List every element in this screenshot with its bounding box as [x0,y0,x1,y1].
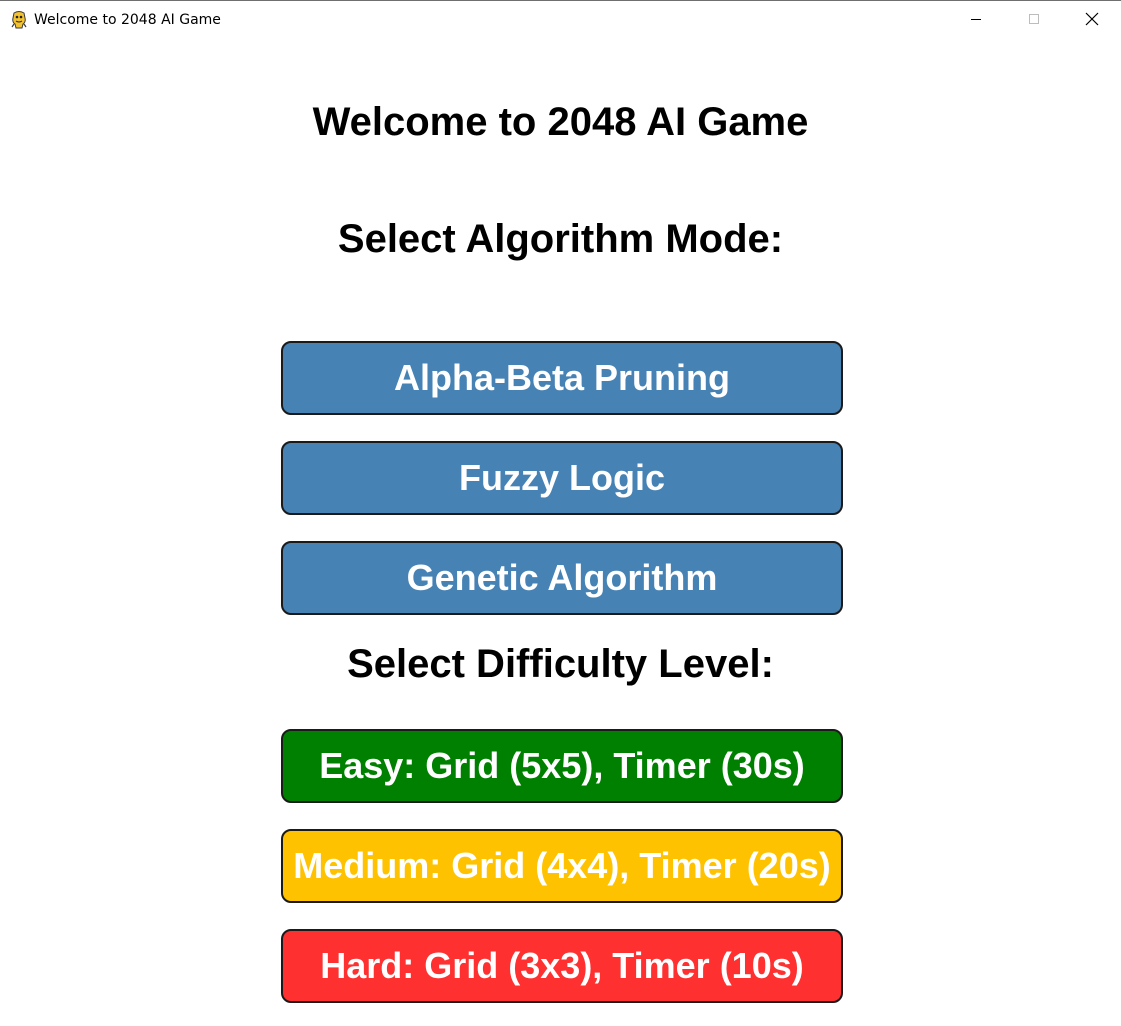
easy-difficulty-button[interactable]: Easy: Grid (5x5), Timer (30s) [281,729,843,803]
minimize-button[interactable] [947,1,1005,41]
title-bar[interactable]: Welcome to 2048 AI Game [0,1,1121,41]
pygame-snake-icon [10,10,28,30]
medium-difficulty-button[interactable]: Medium: Grid (4x4), Timer (20s) [281,829,843,903]
game-window: Welcome to 2048 AI Game Welcome to 2048 … [0,0,1121,1026]
difficulty-level-heading: Select Difficulty Level: [347,642,774,686]
welcome-title: Welcome to 2048 AI Game [312,100,809,144]
maximize-button[interactable] [1005,1,1063,41]
algorithm-mode-heading: Select Algorithm Mode: [337,217,784,261]
minimize-icon [970,12,982,30]
window-title: Welcome to 2048 AI Game [34,12,221,28]
alpha-beta-pruning-button[interactable]: Alpha-Beta Pruning [281,341,843,415]
close-icon [1085,12,1099,31]
close-button[interactable] [1063,1,1121,41]
genetic-algorithm-button[interactable]: Genetic Algorithm [281,541,843,615]
fuzzy-logic-button[interactable]: Fuzzy Logic [281,441,843,515]
hard-difficulty-button[interactable]: Hard: Grid (3x3), Timer (10s) [281,929,843,1003]
maximize-icon [1028,12,1040,30]
